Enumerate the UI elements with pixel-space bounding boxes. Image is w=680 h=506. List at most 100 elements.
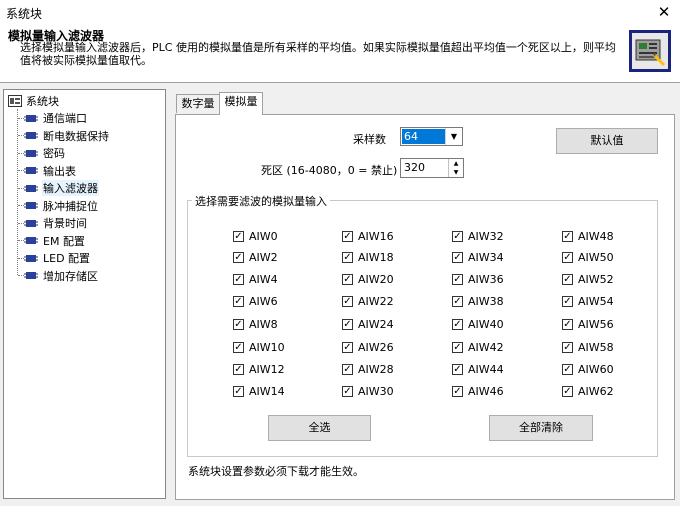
checkmark-icon[interactable]: ✓	[562, 342, 573, 353]
channel-checkbox[interactable]: ✓ AIW62	[562, 385, 614, 398]
checkmark-icon[interactable]: ✓	[452, 252, 463, 263]
tree-item[interactable]: LED 配置	[18, 250, 91, 266]
tree-item[interactable]: EM 配置	[18, 233, 86, 249]
checkmark-icon[interactable]: ✓	[452, 364, 463, 375]
checkmark-icon[interactable]: ✓	[233, 386, 244, 397]
channel-checkbox[interactable]: ✓ AIW54	[562, 295, 614, 308]
tree-item[interactable]: 背景时间	[18, 215, 88, 231]
checkmark-icon[interactable]: ✓	[233, 296, 244, 307]
channel-checkbox[interactable]: ✓ AIW56	[562, 318, 614, 331]
tree-item[interactable]: 通信端口	[18, 110, 88, 126]
checkmark-icon[interactable]: ✓	[562, 296, 573, 307]
tree-root-label: 系统块	[26, 95, 59, 108]
channel-checkbox[interactable]: ✓ AIW20	[342, 273, 394, 286]
checkmark-icon[interactable]: ✓	[233, 274, 244, 285]
channel-label: AIW34	[468, 251, 504, 264]
dialog-header: 模拟量输入滤波器 选择模拟量输入滤波器后，PLC 使用的模拟量值是所有采样的平均…	[0, 24, 680, 83]
channel-checkbox[interactable]: ✓ AIW24	[342, 318, 394, 331]
checkmark-icon[interactable]: ✓	[562, 252, 573, 263]
default-values-button[interactable]: 默认值	[556, 128, 658, 154]
channel-checkbox[interactable]: ✓ AIW18	[342, 251, 394, 264]
channel-checkbox[interactable]: ✓ AIW38	[452, 295, 504, 308]
tree-root[interactable]: 系统块	[8, 93, 59, 109]
tab-analog[interactable]: 模拟量	[219, 92, 263, 115]
channel-checkbox[interactable]: ✓ AIW48	[562, 230, 614, 243]
checkmark-icon[interactable]: ✓	[452, 274, 463, 285]
close-icon[interactable]: ✕	[654, 2, 674, 22]
select-all-button[interactable]: 全选	[268, 415, 371, 441]
checkmark-icon[interactable]: ✓	[562, 364, 573, 375]
system-block-tree[interactable]: 系统块 通信端口断电数据保持密码输出表 输入滤波器脉冲捕捉位 背景时间 EM 配置 LE…	[3, 89, 166, 499]
channel-checkbox[interactable]: ✓ AIW60	[562, 363, 614, 376]
channel-checkbox[interactable]: ✓ AIW50	[562, 251, 614, 264]
tree-item[interactable]: 断电数据保持	[18, 128, 110, 144]
deadband-value: 320	[404, 161, 425, 174]
channel-label: AIW58	[578, 341, 614, 354]
checkmark-icon[interactable]: ✓	[342, 252, 353, 263]
checkmark-icon[interactable]: ✓	[342, 296, 353, 307]
title-bar: 系统块 ✕	[0, 0, 680, 24]
channel-checkbox[interactable]: ✓ AIW12	[233, 363, 285, 376]
channel-label: AIW28	[358, 363, 394, 376]
clear-all-button[interactable]: 全部清除	[489, 415, 593, 441]
channel-checkbox[interactable]: ✓ AIW8	[233, 318, 278, 331]
checkmark-icon[interactable]: ✓	[342, 274, 353, 285]
footer-note: 系统块设置参数必须下载才能生效。	[188, 465, 364, 478]
channel-checkbox[interactable]: ✓ AIW14	[233, 385, 285, 398]
tree-item[interactable]: 输出表	[18, 163, 77, 179]
channel-checkbox[interactable]: ✓ AIW58	[562, 341, 614, 354]
checkmark-icon[interactable]: ✓	[342, 319, 353, 330]
checkmark-icon[interactable]: ✓	[562, 231, 573, 242]
checkmark-icon[interactable]: ✓	[342, 364, 353, 375]
tab-digital[interactable]: 数字量	[176, 94, 220, 113]
checkmark-icon[interactable]: ✓	[342, 386, 353, 397]
checkmark-icon[interactable]: ✓	[562, 386, 573, 397]
checkmark-icon[interactable]: ✓	[452, 319, 463, 330]
module-chip-icon	[24, 237, 38, 244]
channel-checkbox[interactable]: ✓ AIW2	[233, 251, 278, 264]
checkmark-icon[interactable]: ✓	[233, 364, 244, 375]
channel-checkbox[interactable]: ✓ AIW46	[452, 385, 504, 398]
checkmark-icon[interactable]: ✓	[452, 231, 463, 242]
channel-checkbox[interactable]: ✓ AIW0	[233, 230, 278, 243]
channel-checkbox[interactable]: ✓ AIW4	[233, 273, 278, 286]
checkmark-icon[interactable]: ✓	[452, 296, 463, 307]
channel-checkbox[interactable]: ✓ AIW6	[233, 295, 278, 308]
channel-checkbox[interactable]: ✓ AIW42	[452, 341, 504, 354]
checkmark-icon[interactable]: ✓	[562, 319, 573, 330]
system-block-icon	[8, 95, 22, 107]
checkmark-icon[interactable]: ✓	[562, 274, 573, 285]
channel-checkbox[interactable]: ✓ AIW28	[342, 363, 394, 376]
stepper-up-icon[interactable]: ▲	[449, 159, 463, 168]
checkmark-icon[interactable]: ✓	[452, 342, 463, 353]
tree-item[interactable]: 脉冲捕捉位	[18, 198, 99, 214]
channel-checkbox[interactable]: ✓ AIW16	[342, 230, 394, 243]
tree-item[interactable]: 密码	[18, 145, 66, 161]
checkmark-icon[interactable]: ✓	[233, 342, 244, 353]
channel-checkbox[interactable]: ✓ AIW44	[452, 363, 504, 376]
deadband-stepper[interactable]: 320 ▲ ▼	[400, 158, 464, 178]
checkmark-icon[interactable]: ✓	[233, 231, 244, 242]
checkmark-icon[interactable]: ✓	[342, 342, 353, 353]
channel-checkbox[interactable]: ✓ AIW32	[452, 230, 504, 243]
checkmark-icon[interactable]: ✓	[342, 231, 353, 242]
channel-checkbox[interactable]: ✓ AIW30	[342, 385, 394, 398]
module-chip-icon	[24, 114, 38, 122]
checkmark-icon[interactable]: ✓	[233, 252, 244, 263]
checkmark-icon[interactable]: ✓	[452, 386, 463, 397]
checkmark-icon[interactable]: ✓	[233, 319, 244, 330]
chevron-down-icon[interactable]: ▼	[445, 128, 462, 145]
tree-item-label: 密码	[43, 147, 65, 160]
tree-item[interactable]: 增加存储区	[18, 268, 99, 284]
channel-checkbox[interactable]: ✓ AIW40	[452, 318, 504, 331]
tree-item[interactable]: 输入滤波器	[18, 180, 99, 196]
channel-checkbox[interactable]: ✓ AIW34	[452, 251, 504, 264]
samples-select[interactable]: 64 ▼	[400, 127, 463, 146]
channel-checkbox[interactable]: ✓ AIW10	[233, 341, 285, 354]
channel-checkbox[interactable]: ✓ AIW36	[452, 273, 504, 286]
channel-checkbox[interactable]: ✓ AIW22	[342, 295, 394, 308]
channel-checkbox[interactable]: ✓ AIW52	[562, 273, 614, 286]
channel-label: AIW6	[249, 295, 278, 308]
channel-checkbox[interactable]: ✓ AIW26	[342, 341, 394, 354]
stepper-down-icon[interactable]: ▼	[449, 168, 463, 177]
